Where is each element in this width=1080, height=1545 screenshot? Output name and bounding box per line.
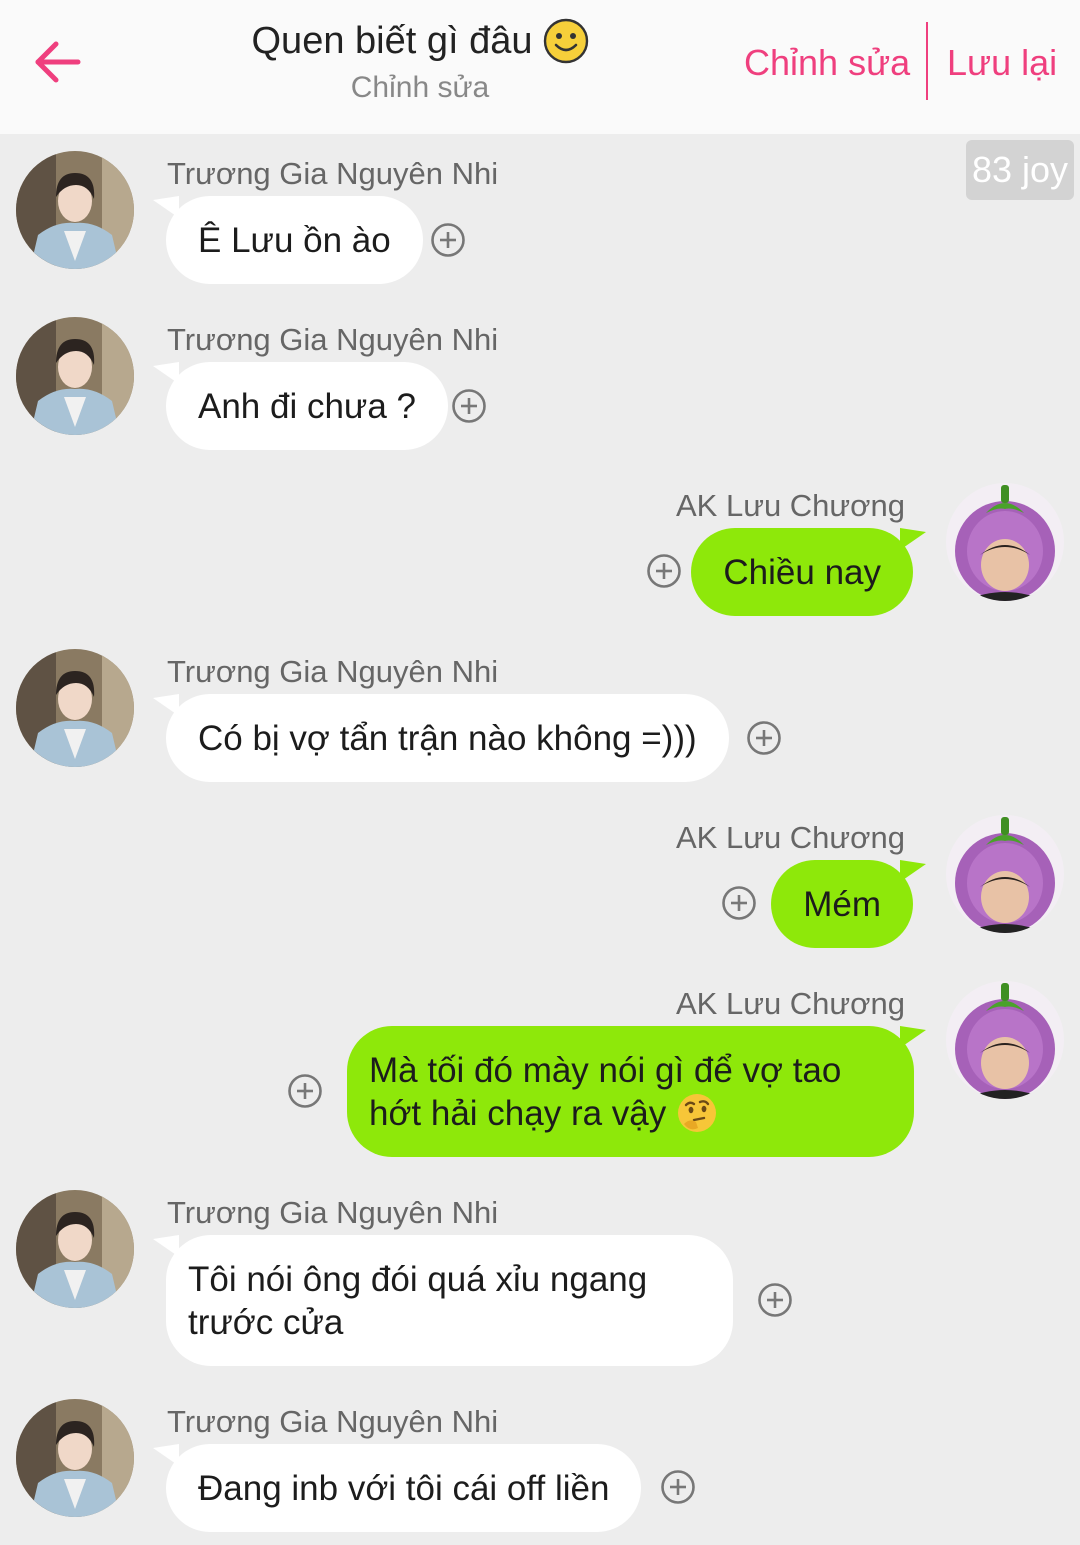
add-reaction-icon[interactable]: [757, 1282, 793, 1318]
message-bubble[interactable]: Mém: [771, 860, 913, 948]
message-text: Có bị vợ tẩn trận nào không =))): [198, 718, 697, 758]
thinking-face-emoji-icon: [678, 1094, 717, 1132]
avatar[interactable]: [16, 151, 134, 269]
avatar[interactable]: [946, 815, 1064, 933]
joy-badge: 83 joy: [966, 140, 1074, 200]
message-text-line: hớt hải chạy ra vậy: [369, 1093, 667, 1133]
message-bubble[interactable]: Ê Lưu ồn ào: [166, 196, 423, 284]
add-reaction-icon[interactable]: [287, 1073, 323, 1109]
smile-emoji-icon: [543, 18, 588, 64]
avatar[interactable]: [16, 649, 134, 767]
message-text-line: Tôi nói ông đói quá xỉu ngang: [188, 1259, 648, 1299]
chat-header: Quen biết gì đâu Chỉnh sửa Chỉnh sửa Lưu…: [0, 0, 1080, 134]
message-text: Mém: [803, 884, 881, 924]
message-bubble[interactable]: Có bị vợ tẩn trận nào không =))): [166, 694, 729, 782]
sender-name: Trương Gia Nguyên Nhi: [167, 1195, 499, 1230]
title-area: Quen biết gì đâu Chỉnh sửa: [200, 14, 640, 108]
page-title-text: Quen biết gì đâu: [251, 20, 533, 62]
message-text: Ê Lưu ồn ào: [198, 220, 391, 260]
message-bubble[interactable]: Tôi nói ông đói quá xỉu ngang trước cửa: [166, 1235, 733, 1366]
page-subtitle: Chỉnh sửa: [350, 71, 490, 104]
sender-name: Trương Gia Nguyên Nhi: [167, 654, 499, 689]
message-text-line: trước cửa: [188, 1302, 344, 1342]
add-reaction-icon[interactable]: [721, 885, 757, 921]
message-bubble[interactable]: Mà tối đó mày nói gì để vợ tao hớt hải c…: [347, 1026, 914, 1157]
avatar[interactable]: [946, 981, 1064, 1099]
add-reaction-icon[interactable]: [430, 222, 466, 258]
sender-name: AK Lưu Chương: [675, 986, 905, 1021]
message-bubble[interactable]: Đang inb với tôi cái off liền: [166, 1444, 642, 1532]
avatar[interactable]: [946, 483, 1064, 601]
page-title: Quen biết gì đâu: [252, 14, 589, 68]
add-reaction-icon[interactable]: [451, 388, 487, 424]
avatar[interactable]: [16, 1399, 134, 1517]
sender-name: AK Lưu Chương: [675, 488, 905, 523]
add-reaction-icon[interactable]: [660, 1469, 696, 1505]
sender-name: AK Lưu Chương: [675, 820, 905, 855]
message-text: Chiều nay: [723, 552, 881, 592]
sender-name: Trương Gia Nguyên Nhi: [167, 322, 499, 357]
add-reaction-icon[interactable]: [746, 720, 782, 756]
header-divider: [926, 22, 928, 100]
sender-name: Trương Gia Nguyên Nhi: [167, 156, 499, 191]
message-bubble[interactable]: Anh đi chưa ?: [166, 362, 449, 450]
message-text-line-wrap: hớt hải chạy ra vậy: [369, 1092, 718, 1135]
arrow-left-icon[interactable]: [30, 36, 86, 88]
avatar[interactable]: [16, 1190, 134, 1308]
avatar[interactable]: [16, 317, 134, 435]
add-reaction-icon[interactable]: [646, 553, 682, 589]
message-text: Đang inb với tôi cái off liền: [198, 1468, 610, 1508]
message-text: Anh đi chưa ?: [198, 386, 417, 426]
message-bubble[interactable]: Chiều nay: [691, 528, 913, 616]
sender-name: Trương Gia Nguyên Nhi: [167, 1404, 499, 1439]
message-text-line: Mà tối đó mày nói gì để vợ tao: [369, 1050, 842, 1090]
save-button[interactable]: Lưu lại: [947, 38, 1057, 88]
edit-button[interactable]: Chỉnh sửa: [744, 38, 910, 88]
